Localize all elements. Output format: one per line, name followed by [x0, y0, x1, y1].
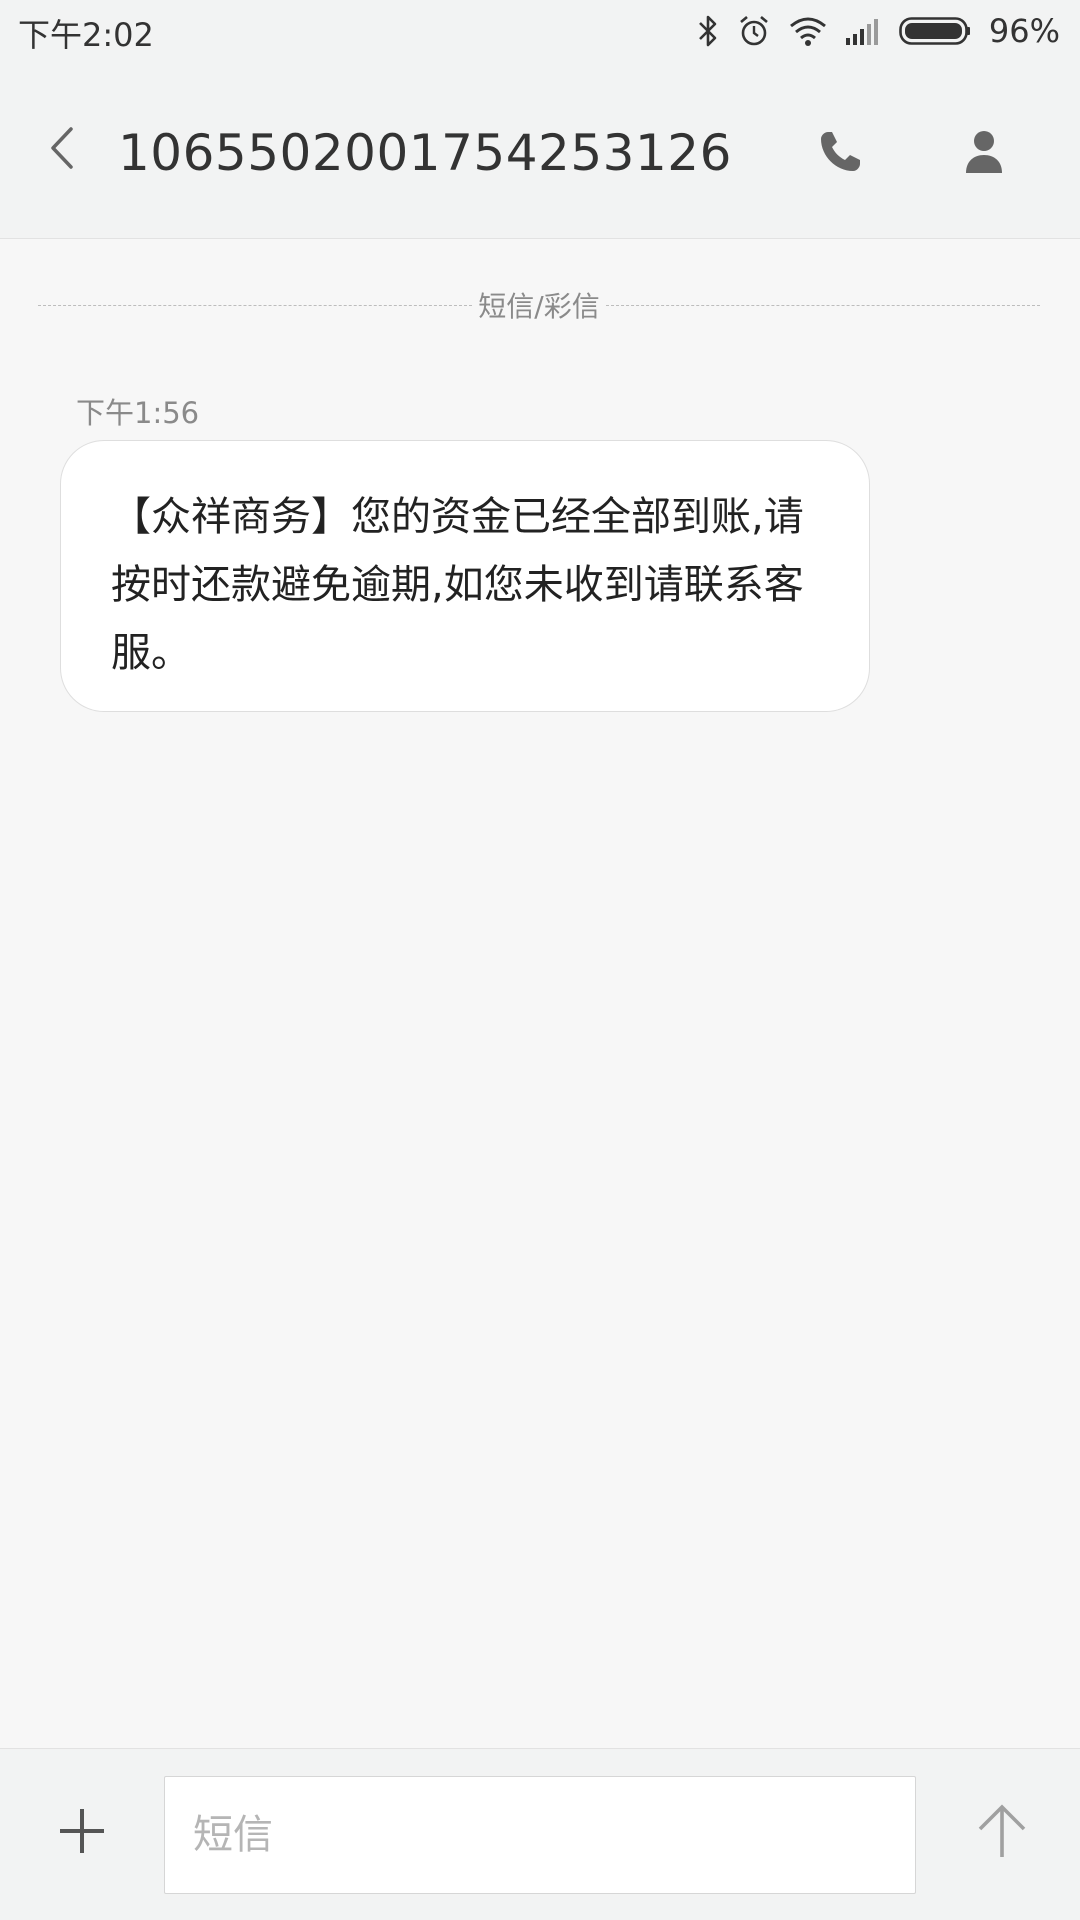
message-type-label: 短信/彩信: [478, 290, 600, 323]
sms-conversation-screen: 下午2:02 96% 1065502001754253126 短信/彩信 下午1…: [0, 0, 1080, 1920]
plus-icon: [57, 1806, 107, 1860]
message-bubble[interactable]: 【众祥商务】您的资金已经全部到账,请按时还款避免逾期,如您未收到请联系客服。: [60, 440, 870, 712]
bluetooth-icon: [697, 14, 719, 48]
call-button[interactable]: [808, 122, 872, 186]
send-arrow-icon: [976, 1803, 1028, 1863]
message-timestamp: 下午1:56: [76, 396, 200, 430]
person-icon: [964, 129, 1004, 179]
wifi-icon: [789, 15, 827, 47]
battery-percent: 96%: [988, 12, 1060, 50]
conversation-header: 1065502001754253126: [0, 62, 1080, 239]
attach-button[interactable]: [50, 1801, 114, 1865]
send-button[interactable]: [968, 1799, 1036, 1867]
divider-line-left: [38, 304, 473, 306]
status-time: 下午2:02: [18, 16, 154, 54]
message-text: 【众祥商务】您的资金已经全部到账,请按时还款避免逾期,如您未收到请联系客服。: [111, 494, 804, 676]
battery-icon: [899, 17, 971, 45]
status-icons: 96%: [697, 10, 1060, 52]
message-type-divider: 短信/彩信: [38, 285, 1040, 325]
message-input[interactable]: [164, 1776, 916, 1894]
alarm-icon: [737, 14, 771, 48]
back-button[interactable]: [36, 118, 88, 182]
phone-icon: [817, 129, 863, 179]
contact-number-title: 1065502001754253126: [118, 124, 732, 182]
back-arrow-icon: [47, 125, 77, 175]
contact-info-button[interactable]: [952, 122, 1016, 186]
compose-bar: [0, 1748, 1080, 1920]
status-bar: 下午2:02 96%: [0, 0, 1080, 62]
divider-line-right: [605, 304, 1040, 306]
signal-icon: [845, 16, 881, 46]
